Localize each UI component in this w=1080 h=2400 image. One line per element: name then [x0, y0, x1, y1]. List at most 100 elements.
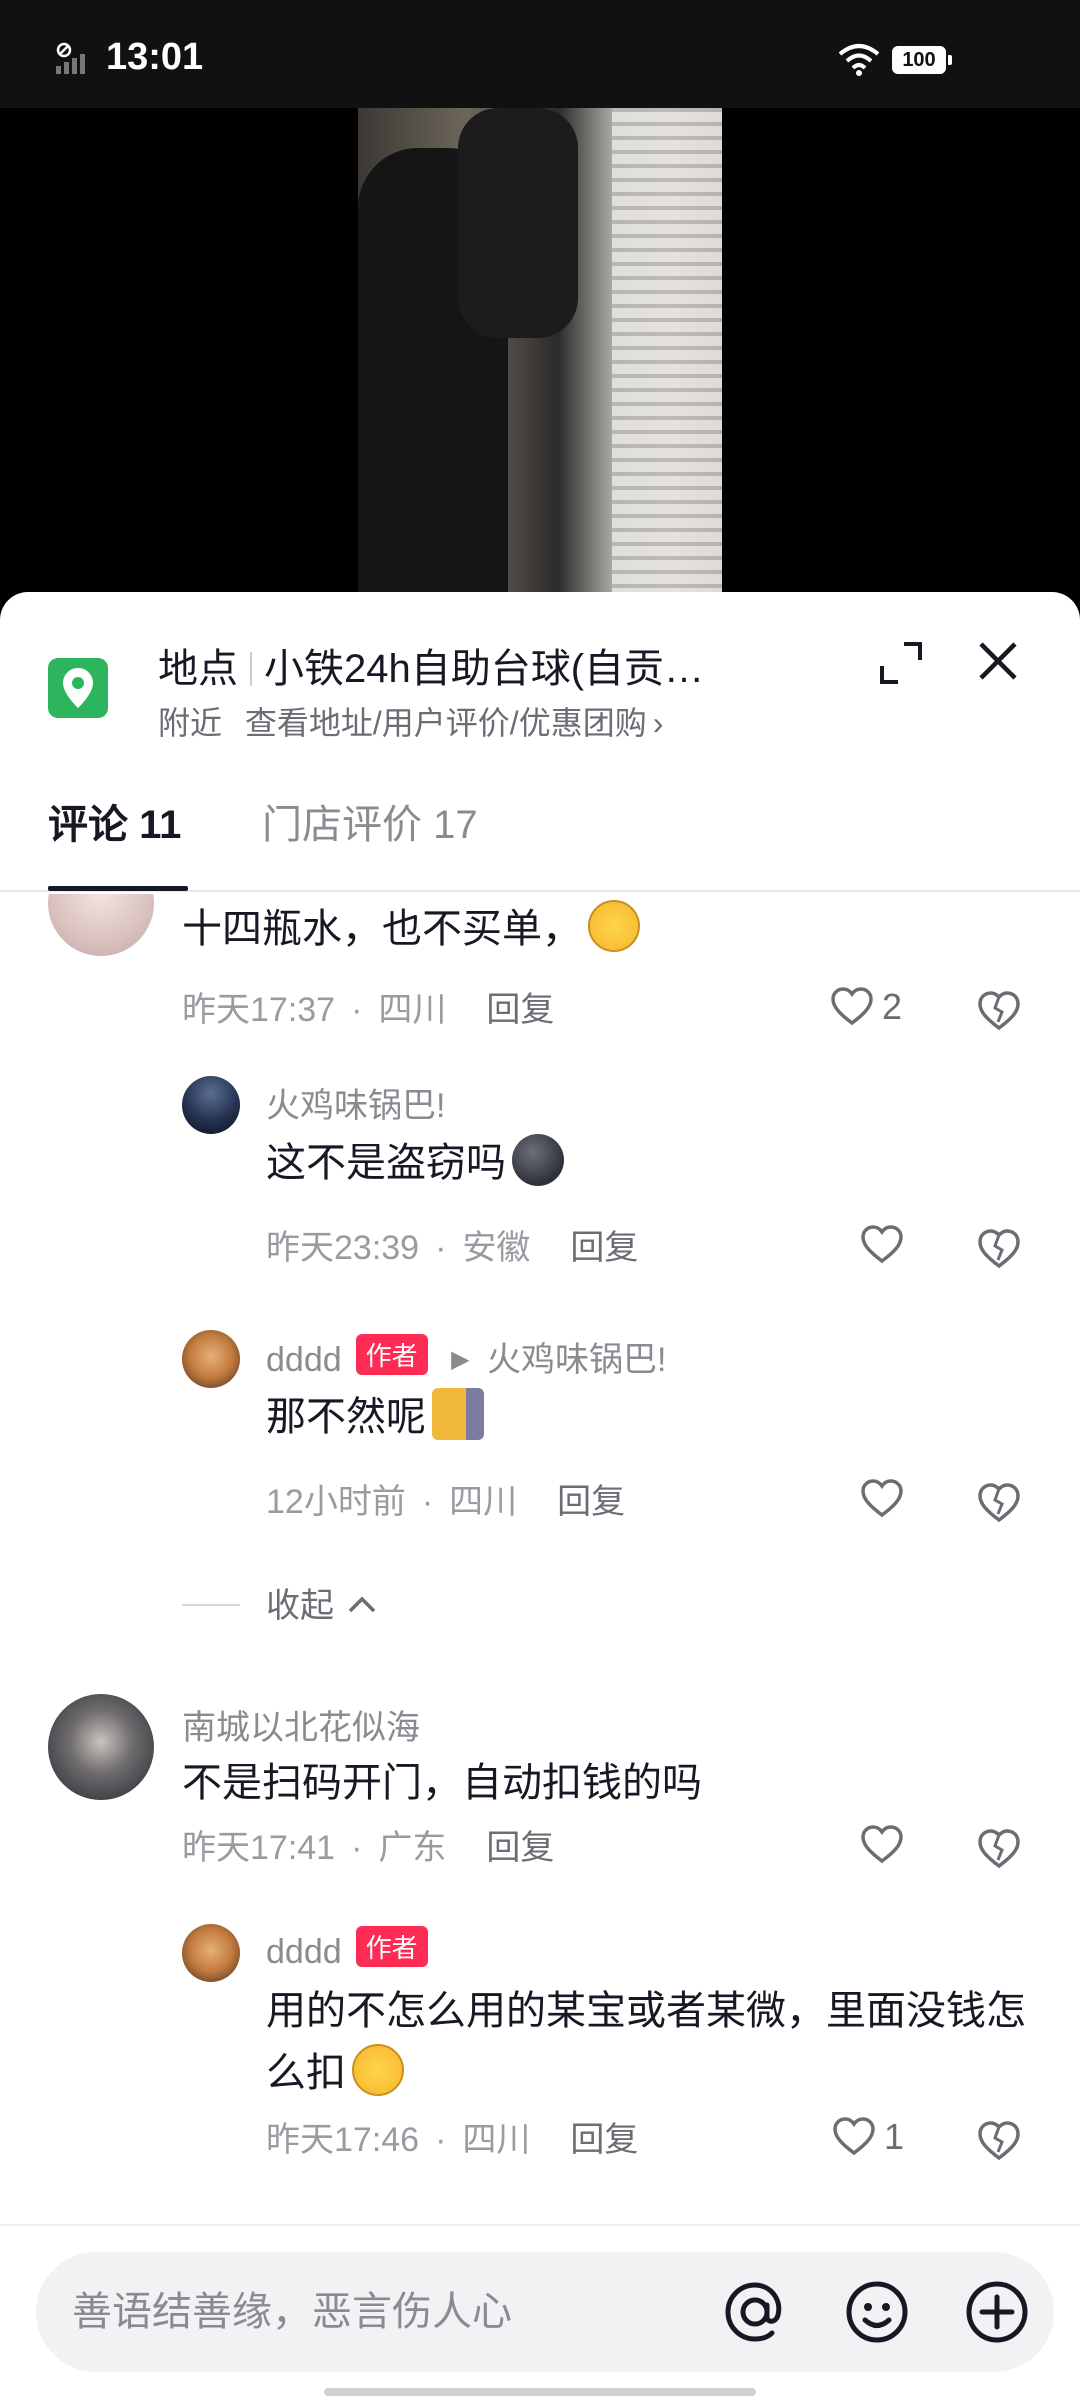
comment-time: 昨天17:46	[266, 2121, 420, 2159]
author-name[interactable]: dddd	[266, 1933, 342, 1971]
separator-dot: ·	[435, 1229, 447, 1267]
comment-author[interactable]: 南城以北花似海	[182, 1700, 420, 1749]
battery-indicator: 100	[892, 46, 952, 74]
comment-time: 昨天17:37	[182, 991, 336, 1029]
separator-dot: ·	[435, 2121, 447, 2159]
comment-text: 用的不怎么用的某宝或者某微，里面没钱怎么扣	[266, 1989, 1026, 2096]
at-icon[interactable]	[720, 2277, 790, 2347]
reply-button[interactable]: 回复	[486, 1829, 554, 1867]
signal-icon	[56, 42, 85, 74]
collapse-button[interactable]: 收起	[266, 1578, 377, 1627]
author-badge: 作者	[355, 1334, 428, 1375]
heart-icon	[833, 2117, 875, 2156]
location-name: 小铁24h自助台球(自贡…	[264, 647, 705, 691]
comment-region: 安徽	[462, 1229, 531, 1267]
chevron-up-icon	[349, 1596, 376, 1613]
chevron-right-icon: ›	[652, 705, 664, 741]
dislike-icon[interactable]	[976, 1824, 1022, 1870]
reply-button[interactable]: 回复	[570, 1229, 638, 1267]
avatar[interactable]	[182, 1924, 240, 1982]
comment-meta: 昨天23:39 · 安徽 回复	[266, 1220, 638, 1269]
dizzy-face-emoji-icon	[588, 900, 640, 952]
comment-time: 12小时前	[266, 1483, 406, 1521]
reply-arrow-icon: ▶	[451, 1346, 470, 1373]
comment-time: 昨天23:39	[266, 1229, 420, 1267]
video-figure	[458, 108, 578, 338]
reply-button[interactable]: 回复	[486, 991, 554, 1029]
comment-input[interactable]	[72, 2282, 712, 2342]
divider	[250, 652, 252, 686]
comment-author: dddd 作者 ▶ 火鸡味锅巴!	[266, 1332, 666, 1381]
like-button[interactable]	[860, 1220, 970, 1270]
location-title[interactable]: 地点 小铁24h自助台球(自贡…	[158, 636, 798, 694]
comment-region: 四川	[449, 1483, 518, 1521]
avatar[interactable]	[48, 1694, 154, 1800]
tab-comments[interactable]: 评论 11	[48, 792, 181, 850]
tab-store-reviews[interactable]: 门店评价 17	[262, 792, 478, 850]
avatar[interactable]	[182, 1330, 240, 1388]
avatar[interactable]	[182, 1076, 240, 1134]
like-button[interactable]	[860, 1820, 970, 1870]
nearby-label: 附近	[158, 705, 223, 741]
laughing-face-emoji-icon	[352, 2044, 404, 2096]
dislike-icon[interactable]	[976, 1224, 1022, 1270]
wifi-icon	[838, 44, 880, 76]
comment-text: 这不是盗窃吗	[266, 1132, 1026, 1194]
heart-icon	[861, 1479, 903, 1518]
dislike-icon[interactable]	[976, 1478, 1022, 1524]
location-subtitle[interactable]: 附近 查看地址/用户评价/优惠团购 ›	[158, 698, 663, 744]
location-details-link[interactable]: 查看地址/用户评价/优惠团购	[245, 705, 647, 741]
video-frame	[358, 108, 722, 598]
reply-button[interactable]: 回复	[557, 1483, 625, 1521]
separator-dot: ·	[351, 991, 363, 1029]
location-label: 地点	[158, 647, 238, 691]
author-name[interactable]: dddd	[266, 1341, 342, 1379]
heart-icon	[861, 1825, 903, 1864]
separator-dot: ·	[421, 1483, 434, 1521]
dark-face-emoji-icon	[512, 1134, 564, 1186]
like-count: 2	[882, 986, 903, 1027]
divider	[182, 1604, 240, 1606]
comment-list[interactable]: 十四瓶水，也不买单， 昨天17:37 · 四川 回复 2 火鸡味锅巴! 这不是盗窃吗	[0, 894, 1080, 2224]
comment-text: 不是扫码开门，自动扣钱的吗	[182, 1761, 702, 1805]
comment-region: 四川	[462, 2121, 531, 2159]
emoji-icon[interactable]	[842, 2277, 912, 2347]
comment-time: 昨天17:41	[182, 1829, 336, 1867]
reply-to-name[interactable]: 火鸡味锅巴!	[487, 1341, 666, 1379]
tab-bar: 评论 11 门店评价 17	[0, 782, 1080, 892]
comment-sheet: 地点 小铁24h自助台球(自贡… 附近 查看地址/用户评价/优惠团购 › 评论 11…	[0, 592, 1080, 2400]
close-icon[interactable]	[975, 638, 1021, 684]
comment-input-bar	[0, 2224, 1080, 2400]
app-screen: 13:01 100 地点 小铁24h自助台球(自贡… 附近 查看地址/用户评价/…	[0, 0, 1080, 2400]
heart-icon	[831, 987, 873, 1026]
heart-icon	[861, 1225, 903, 1264]
avatar[interactable]	[48, 894, 154, 956]
comment-author[interactable]: 火鸡味锅巴!	[266, 1078, 445, 1127]
comment-region: 广东	[378, 1829, 447, 1867]
reply-button[interactable]: 回复	[570, 2121, 638, 2159]
add-icon[interactable]	[962, 2277, 1032, 2347]
like-button[interactable]: 2	[830, 982, 940, 1032]
comment-meta: 昨天17:37 · 四川 回复	[182, 982, 554, 1031]
like-button[interactable]: 1	[832, 2112, 942, 2162]
author-badge: 作者	[355, 1926, 428, 1967]
home-indicator[interactable]	[324, 2388, 756, 2396]
comment-author: dddd 作者	[266, 1926, 428, 1972]
video-player[interactable]	[0, 108, 1080, 608]
like-count: 1	[884, 2116, 905, 2157]
status-bar: 13:01 100	[0, 0, 1080, 108]
tab-active-indicator	[48, 886, 188, 891]
dislike-icon[interactable]	[976, 2116, 1022, 2162]
comment-region: 四川	[378, 991, 447, 1029]
status-time: 13:01	[106, 36, 204, 78]
comment-text: 那不然呢	[266, 1386, 1026, 1448]
cat-emoji-icon	[432, 1388, 484, 1440]
comment-input-box	[36, 2252, 1054, 2372]
location-header[interactable]: 地点 小铁24h自助台球(自贡… 附近 查看地址/用户评价/优惠团购 ›	[0, 592, 1080, 752]
dislike-icon[interactable]	[976, 986, 1022, 1032]
like-button[interactable]	[860, 1474, 970, 1524]
expand-icon[interactable]	[878, 640, 924, 686]
comment-meta: 昨天17:41 · 广东 回复	[182, 1820, 554, 1869]
comment-meta: 12小时前 · 四川 回复	[266, 1474, 625, 1523]
comment-text: 十四瓶水，也不买单，	[182, 898, 1002, 960]
